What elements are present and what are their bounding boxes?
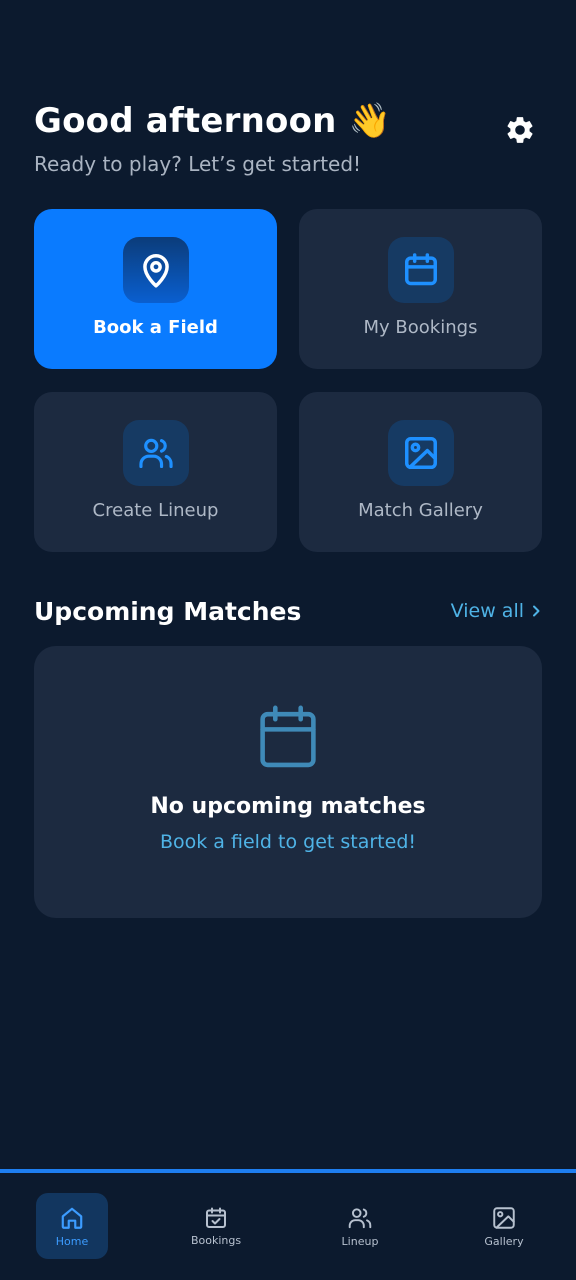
image-icon <box>493 1206 515 1229</box>
nav-label-bookings: Bookings <box>190 1233 242 1247</box>
view-all-label: View all <box>450 600 524 622</box>
home-screen: Good afternoon 👋 Ready to play? Let’s ge… <box>0 0 576 1280</box>
match-gallery-label: Match Gallery <box>358 500 483 521</box>
header: Good afternoon 👋 Ready to play? Let’s ge… <box>34 98 542 178</box>
match-gallery-card[interactable]: Match Gallery <box>299 392 542 552</box>
my-bookings-label: My Bookings <box>363 317 478 338</box>
book-field-cta-link[interactable]: Book a field to get started! <box>160 831 416 853</box>
nav-label-gallery: Gallery <box>484 1234 524 1248</box>
create-lineup-card[interactable]: Create Lineup <box>34 392 277 552</box>
home-icon <box>61 1207 83 1229</box>
nav-item-lineup[interactable]: Lineup <box>324 1193 396 1259</box>
upcoming-matches-header: Upcoming Matches View all <box>34 594 542 628</box>
map-pin-icon <box>142 254 169 288</box>
create-lineup-icon-box <box>122 420 189 486</box>
view-all-link[interactable]: View all <box>451 600 542 622</box>
calendar-check-icon <box>206 1207 226 1228</box>
calendar-icon <box>260 705 316 768</box>
users-icon <box>138 438 173 469</box>
quick-actions-grid: Book a Field My Bookings Create Lineup M… <box>34 209 542 552</box>
users-icon <box>348 1207 372 1228</box>
chevron-right-icon <box>533 605 540 617</box>
book-field-card[interactable]: Book a Field <box>34 209 277 369</box>
nav-item-gallery[interactable]: Gallery <box>468 1193 540 1259</box>
upcoming-matches-title: Upcoming Matches <box>34 596 302 626</box>
my-bookings-icon-box <box>387 237 454 303</box>
settings-button[interactable] <box>500 110 540 150</box>
upcoming-empty-state: No upcoming matches Book a field to get … <box>34 646 542 918</box>
match-gallery-icon-box <box>387 420 454 486</box>
image-icon <box>404 437 437 469</box>
gear-icon <box>507 117 533 143</box>
create-lineup-label: Create Lineup <box>92 500 219 521</box>
calendar-icon <box>404 253 437 286</box>
book-field-label: Book a Field <box>93 317 218 338</box>
book-field-icon-box <box>122 237 189 303</box>
nav-item-home[interactable]: Home <box>36 1193 108 1259</box>
empty-state-title: No upcoming matches <box>150 794 426 819</box>
nav-label-home: Home <box>55 1234 89 1248</box>
bottom-navigation: Home Bookings Lineup Gallery <box>0 1169 576 1280</box>
greeting: Good afternoon 👋 <box>34 101 392 141</box>
subtitle: Ready to play? Let’s get started! <box>34 152 362 176</box>
my-bookings-card[interactable]: My Bookings <box>299 209 542 369</box>
nav-item-bookings[interactable]: Bookings <box>180 1193 252 1259</box>
nav-label-lineup: Lineup <box>341 1234 379 1248</box>
